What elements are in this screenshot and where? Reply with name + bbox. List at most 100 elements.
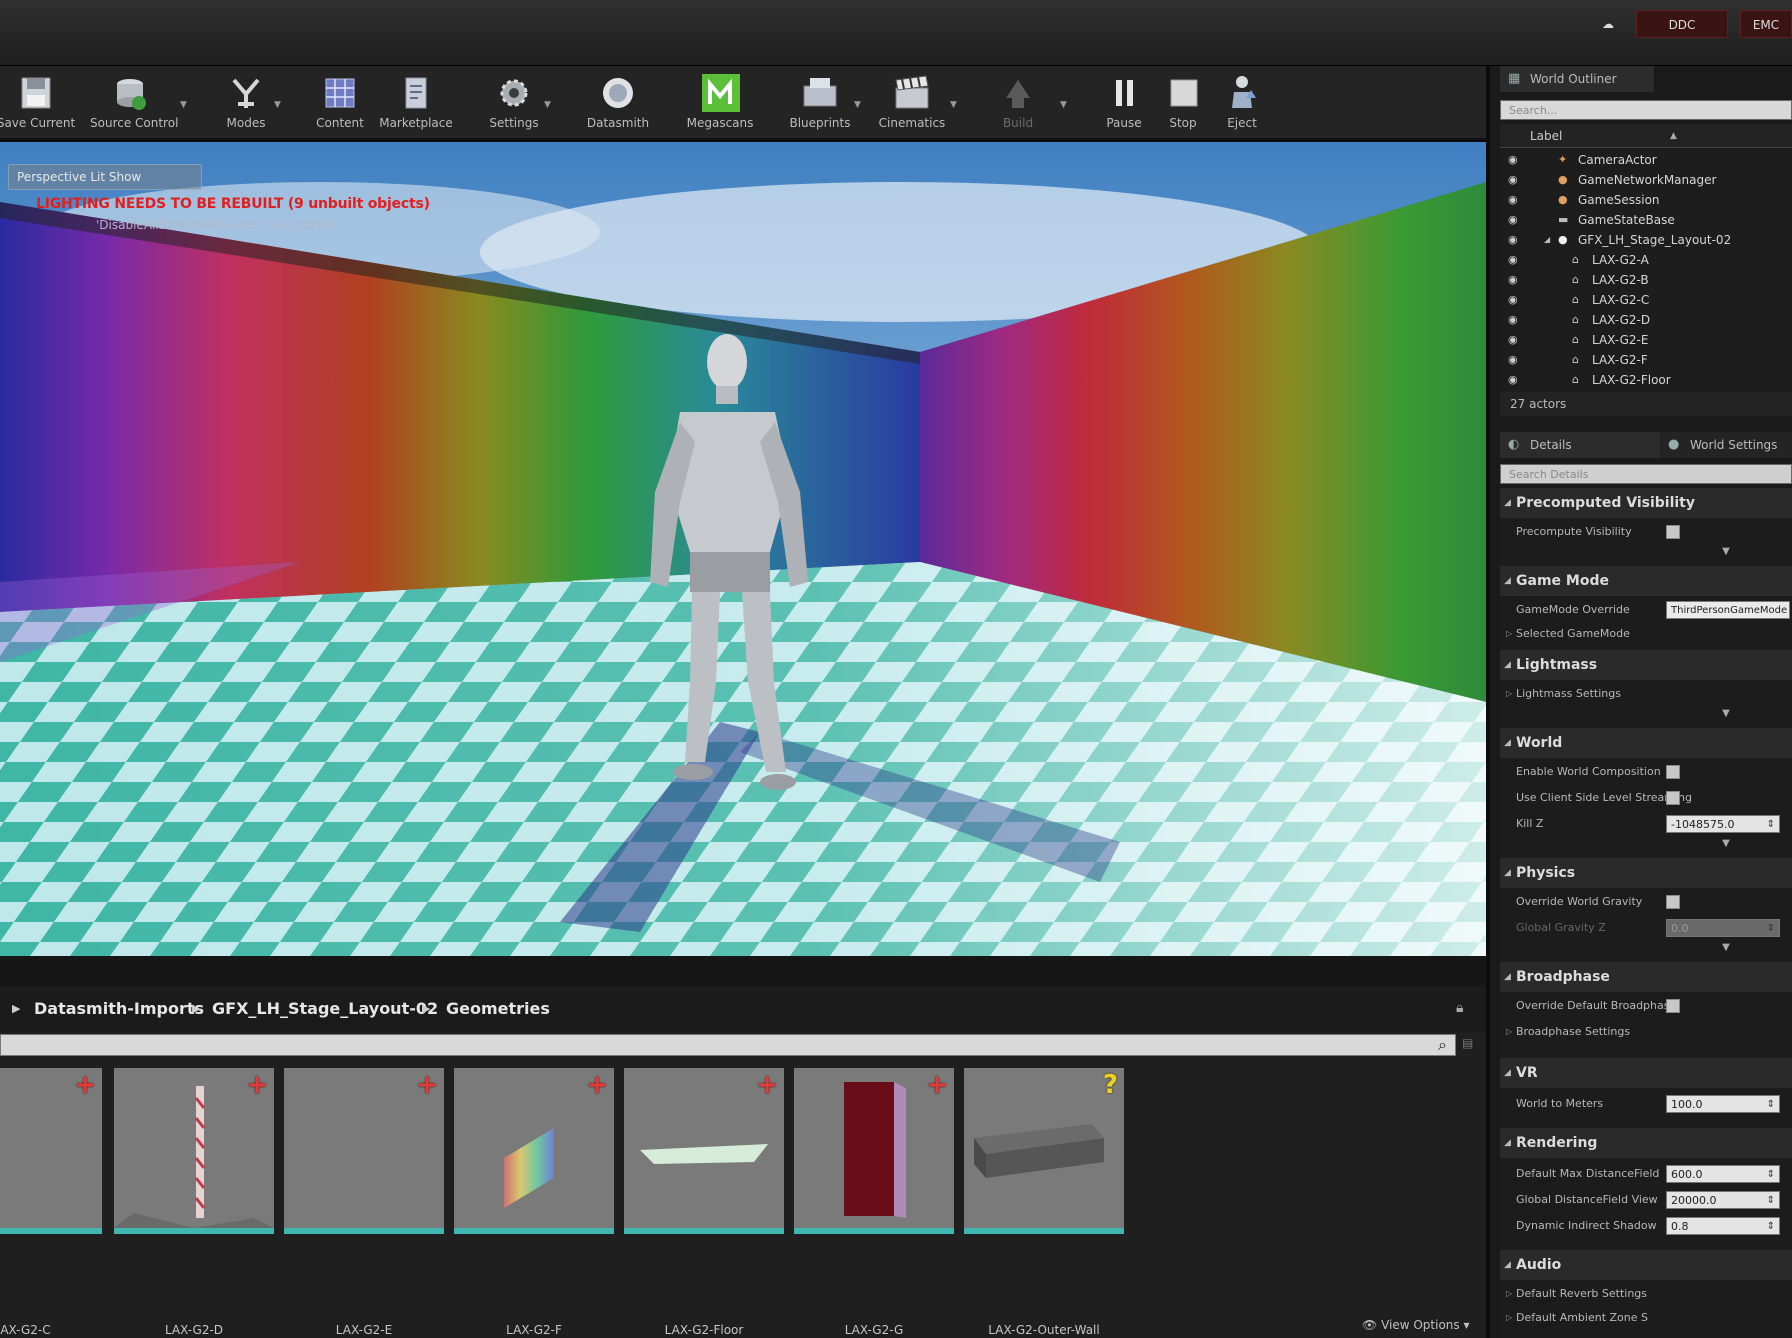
expand-arrow-icon[interactable]: ▷ bbox=[1506, 1306, 1512, 1330]
category-broadphase[interactable]: ◢ Broadphase bbox=[1500, 962, 1792, 992]
eye-icon[interactable]: ◉ bbox=[1508, 370, 1518, 390]
list-item[interactable]: ◉ ⌂ LAX-G2-E bbox=[1500, 330, 1792, 350]
emc-badge[interactable]: EMC bbox=[1740, 10, 1792, 38]
outliner-search-input[interactable]: Search... bbox=[1500, 100, 1792, 120]
cinematics-dropdown-arrow[interactable]: ▼ bbox=[950, 100, 957, 110]
eye-icon[interactable]: ◉ bbox=[1508, 170, 1518, 190]
client-side-streaming-checkbox[interactable] bbox=[1666, 791, 1680, 805]
list-item[interactable]: ◉ ● GameSession bbox=[1500, 190, 1792, 210]
category-lightmass[interactable]: ◢ Lightmass bbox=[1500, 650, 1792, 680]
eye-icon[interactable]: ◉ bbox=[1508, 190, 1518, 210]
category-precomputed-visibility[interactable]: ◢ Precomputed Visibility bbox=[1500, 488, 1792, 518]
breadcrumb-separator[interactable]: ▶ bbox=[422, 986, 430, 1032]
category-audio[interactable]: ◢ Audio bbox=[1500, 1250, 1792, 1280]
property-row[interactable]: ▷ Broadphase Settings bbox=[1500, 1020, 1792, 1044]
spinner-icon[interactable]: ⇕ bbox=[1767, 1192, 1775, 1210]
save-current-button[interactable]: Save Current bbox=[0, 70, 76, 136]
asset-tile[interactable]: + LAX-G2-F bbox=[454, 1068, 614, 1337]
expand-arrow-icon[interactable]: ▷ bbox=[1506, 622, 1512, 646]
spinner-icon[interactable]: ⇕ bbox=[1767, 1218, 1775, 1236]
ddc-badge[interactable]: DDC bbox=[1636, 10, 1728, 38]
cinematics-button[interactable]: Cinematics bbox=[872, 70, 952, 136]
breadcrumb-root-arrow[interactable]: ▶ bbox=[12, 986, 20, 1032]
eye-icon[interactable]: ◉ bbox=[1508, 290, 1518, 310]
eye-icon[interactable]: ◉ bbox=[1508, 270, 1518, 290]
content-button[interactable]: Content bbox=[300, 70, 380, 136]
spinner-icon[interactable]: ⇕ bbox=[1767, 816, 1775, 834]
tab-world-settings[interactable]: ● World Settings bbox=[1660, 432, 1792, 458]
gamemode-override-select[interactable]: ThirdPersonGameMode bbox=[1666, 601, 1790, 619]
list-item[interactable]: ◉ ◢ ● GFX_LH_Stage_Layout-02 bbox=[1500, 230, 1792, 250]
property-row[interactable]: ▷ Selected GameMode bbox=[1500, 622, 1792, 646]
list-item[interactable]: ◉ ● GameNetworkManager bbox=[1500, 170, 1792, 190]
asset-tile[interactable]: + LAX-G2-E bbox=[284, 1068, 444, 1337]
settings-dropdown-arrow[interactable]: ▼ bbox=[544, 100, 551, 110]
lock-icon[interactable]: 🔒︎ bbox=[1456, 1000, 1463, 1016]
breadcrumb-stage-layout[interactable]: GFX_LH_Stage_Layout-02 bbox=[212, 986, 438, 1032]
list-item[interactable]: ◉ ⌂ LAX-G2-D bbox=[1500, 310, 1792, 330]
source-control-button[interactable]: Source Control bbox=[90, 70, 178, 136]
expand-advanced-icon[interactable]: ▼ bbox=[1720, 708, 1732, 719]
build-dropdown-arrow[interactable]: ▼ bbox=[1060, 100, 1067, 110]
asset-tile[interactable]: + LAX-G2-G bbox=[794, 1068, 954, 1337]
breadcrumb-datasmith-imports[interactable]: Datasmith-Imports bbox=[34, 986, 204, 1032]
view-options-button[interactable]: 👁︎ View Options ▾ bbox=[1362, 1318, 1470, 1332]
asset-tile[interactable]: ? LAX-G2-Outer-Wall bbox=[964, 1068, 1124, 1337]
property-row[interactable]: ▷ Default Reverb Settings bbox=[1500, 1282, 1792, 1306]
eye-icon[interactable]: ◉ bbox=[1508, 330, 1518, 350]
megascans-button[interactable]: Megascans bbox=[680, 70, 760, 136]
eject-button[interactable]: Eject bbox=[1202, 70, 1282, 136]
breadcrumb-separator[interactable]: ▶ bbox=[192, 986, 200, 1032]
list-item[interactable]: ◉ ⌂ LAX-G2-Floor bbox=[1500, 370, 1792, 390]
asset-tile[interactable]: + LAX-G2-C bbox=[0, 1068, 102, 1337]
viewport-options-menu[interactable]: Perspective Lit Show bbox=[8, 164, 202, 190]
outliner-column-header[interactable]: Label ▲ bbox=[1500, 124, 1792, 148]
details-search-input[interactable]: Search Details bbox=[1500, 464, 1792, 484]
sort-ascending-icon[interactable]: ▲ bbox=[1670, 124, 1677, 148]
datasmith-button[interactable]: Datasmith bbox=[578, 70, 658, 136]
tab-world-outliner[interactable]: ▦ World Outliner bbox=[1500, 66, 1654, 92]
expand-arrow-icon[interactable]: ▷ bbox=[1506, 1020, 1512, 1044]
level-viewport[interactable]: Perspective Lit Show LIGHTING NEEDS TO B… bbox=[0, 142, 1486, 956]
asset-tile[interactable]: + LAX-G2-D bbox=[114, 1068, 274, 1337]
precompute-visibility-checkbox[interactable] bbox=[1666, 525, 1680, 539]
expand-advanced-icon[interactable]: ▼ bbox=[1720, 838, 1732, 849]
world-to-meters-field[interactable]: 100.0 ⇕ bbox=[1666, 1095, 1780, 1113]
override-broadphase-checkbox[interactable] bbox=[1666, 999, 1680, 1013]
category-vr[interactable]: ◢ VR bbox=[1500, 1058, 1792, 1088]
property-row[interactable]: ▷ Default Ambient Zone S bbox=[1500, 1306, 1792, 1330]
spinner-icon[interactable]: ⇕ bbox=[1767, 1096, 1775, 1114]
expand-arrow-icon[interactable]: ▷ bbox=[1506, 682, 1512, 706]
modes-dropdown-arrow[interactable]: ▼ bbox=[274, 100, 281, 110]
kill-z-field[interactable]: -1048575.0 ⇕ bbox=[1666, 815, 1780, 833]
enable-world-composition-checkbox[interactable] bbox=[1666, 765, 1680, 779]
eye-icon[interactable]: ◉ bbox=[1508, 150, 1518, 170]
category-rendering[interactable]: ◢ Rendering bbox=[1500, 1128, 1792, 1158]
search-icon[interactable]: ⌕ bbox=[1438, 1035, 1447, 1055]
spinner-icon[interactable]: ⇕ bbox=[1767, 1166, 1775, 1184]
eye-icon[interactable]: ◉ bbox=[1508, 350, 1518, 370]
override-gravity-checkbox[interactable] bbox=[1666, 895, 1680, 909]
list-item[interactable]: ◉ ⌂ LAX-G2-A bbox=[1500, 250, 1792, 270]
eye-icon[interactable]: ◉ bbox=[1508, 250, 1518, 270]
expand-arrow-icon[interactable]: ▷ bbox=[1506, 1282, 1512, 1306]
source-control-dropdown-arrow[interactable]: ▼ bbox=[180, 100, 187, 110]
list-item[interactable]: ◉ ▬ GameStateBase bbox=[1500, 210, 1792, 230]
list-item[interactable]: ◉ ⌂ LAX-G2-F bbox=[1500, 350, 1792, 370]
build-button[interactable]: Build bbox=[978, 70, 1058, 136]
settings-button[interactable]: Settings bbox=[474, 70, 554, 136]
max-distancefield-field[interactable]: 600.0 ⇕ bbox=[1666, 1165, 1780, 1183]
list-item[interactable]: ◉ ⌂ LAX-G2-C bbox=[1500, 290, 1792, 310]
indirect-shadow-field[interactable]: 0.8 ⇕ bbox=[1666, 1217, 1780, 1235]
blueprints-dropdown-arrow[interactable]: ▼ bbox=[854, 100, 861, 110]
asset-tile[interactable]: + LAX-G2-Floor bbox=[624, 1068, 784, 1337]
panel-splitter[interactable] bbox=[0, 956, 1486, 986]
category-world[interactable]: ◢ World bbox=[1500, 728, 1792, 758]
expand-advanced-icon[interactable]: ▼ bbox=[1720, 546, 1732, 557]
category-physics[interactable]: ◢ Physics bbox=[1500, 858, 1792, 888]
breadcrumb-geometries[interactable]: Geometries bbox=[446, 986, 550, 1032]
eye-icon[interactable]: ◉ bbox=[1508, 310, 1518, 330]
eye-icon[interactable]: ◉ bbox=[1508, 210, 1518, 230]
collapse-arrow-icon[interactable]: ◢ bbox=[1544, 230, 1550, 250]
tab-details[interactable]: ◐ Details bbox=[1500, 432, 1660, 458]
